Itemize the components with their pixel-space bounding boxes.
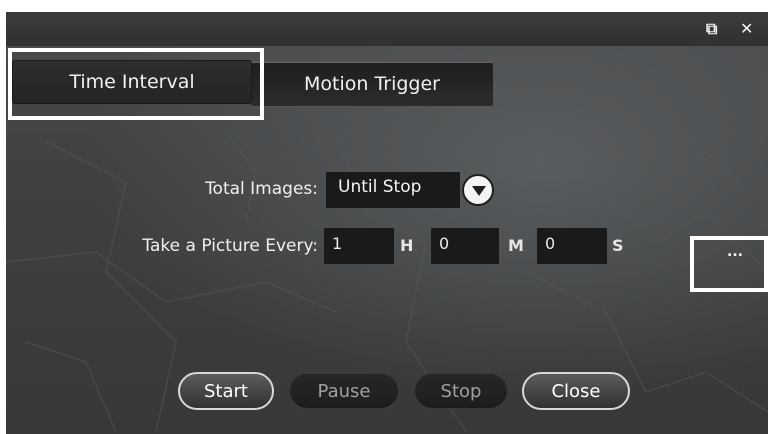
minutes-input[interactable]: 0 xyxy=(431,228,499,264)
hours-unit: H xyxy=(400,236,414,255)
pause-button[interactable]: Pause xyxy=(288,372,400,410)
tab-highlight-frame xyxy=(8,48,264,120)
tab-motion-trigger-label: Motion Trigger xyxy=(304,73,440,95)
chevron-down-icon[interactable] xyxy=(462,174,494,206)
pause-button-label: Pause xyxy=(317,380,371,402)
close-button-label: Close xyxy=(551,380,601,402)
seconds-input[interactable]: 0 xyxy=(537,228,607,264)
hours-value: 1 xyxy=(332,234,343,253)
stop-button-label: Stop xyxy=(440,380,482,402)
tab-motion-trigger[interactable]: Motion Trigger xyxy=(250,61,494,107)
more-options-highlight-frame xyxy=(690,236,768,292)
close-icon[interactable]: ✕ xyxy=(740,20,753,38)
interval-label: Take a Picture Every: xyxy=(142,236,318,256)
minutes-value: 0 xyxy=(439,234,450,253)
close-button[interactable]: Close xyxy=(522,372,630,410)
total-images-select[interactable]: Until Stop xyxy=(326,172,460,208)
total-images-label: Total Images: xyxy=(205,179,318,199)
total-images-value: Until Stop xyxy=(338,177,422,197)
seconds-value: 0 xyxy=(545,234,556,253)
title-bar xyxy=(6,12,768,46)
hours-input[interactable]: 1 xyxy=(324,228,394,264)
start-button-label: Start xyxy=(204,380,248,402)
minutes-unit: M xyxy=(508,236,524,255)
seconds-unit: S xyxy=(612,236,624,255)
start-button[interactable]: Start xyxy=(178,372,274,410)
restore-window-icon[interactable]: ⧉ xyxy=(706,20,717,38)
stop-button[interactable]: Stop xyxy=(413,372,509,410)
